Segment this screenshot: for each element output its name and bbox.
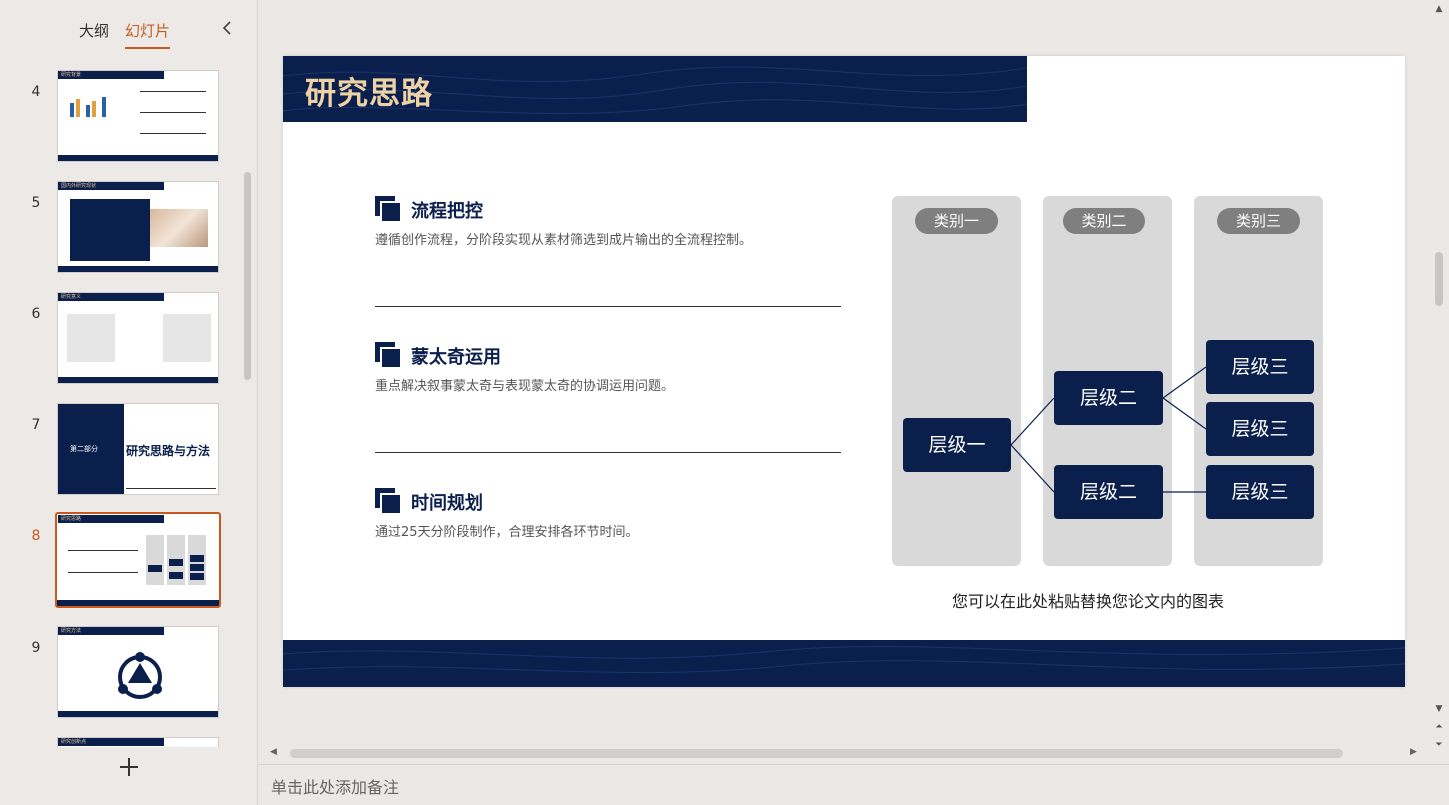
notes-placeholder[interactable]: 单击此处添加备注 <box>271 774 399 798</box>
scroll-down-icon[interactable]: ▼ <box>1433 704 1445 714</box>
thumbnail-list: 4 研究背景 5 国内外研究现状 6 研究意义 7 第二部分 研究思路与方法 8… <box>0 62 240 747</box>
chevron-left-icon[interactable] <box>216 16 238 40</box>
node-level3[interactable]: 层级三 <box>1206 402 1314 456</box>
mini-bar-chart-icon <box>70 97 106 117</box>
slide-number: 6 <box>31 306 41 322</box>
next-slide-icon[interactable]: ⏷ <box>1433 740 1445 750</box>
slide-thumbnail-selected[interactable]: 研究思路 <box>55 512 221 608</box>
vertical-scrollbar[interactable] <box>1435 252 1443 306</box>
thumbnail-title: 研究意义 <box>58 293 164 301</box>
thumbnail-title: 研究思路 <box>58 515 164 523</box>
slide-panel: 大纲 幻灯片 4 研究背景 5 国内外研究现状 6 研究意义 7 第二部分 研究… <box>0 0 258 805</box>
thumbnail-title: 研究方法 <box>58 627 164 635</box>
previous-slide-icon[interactable]: ⏶ <box>1433 722 1445 732</box>
thumbnail-row[interactable]: 4 研究背景 <box>0 70 240 162</box>
scroll-up-icon[interactable]: ▲ <box>1433 4 1445 14</box>
node-level2[interactable]: 层级二 <box>1054 371 1163 425</box>
node-level3[interactable]: 层级三 <box>1206 340 1314 394</box>
thumbnail-title: 研究创新点 <box>58 738 164 746</box>
slide-thumbnail[interactable]: 研究创新点 <box>57 737 219 747</box>
thumbnail-heading: 研究思路与方法 <box>126 444 211 458</box>
node-level1[interactable]: 层级一 <box>903 418 1011 472</box>
slide-canvas[interactable]: 研究思路 流程把控 遵循创作流程，分阶段实现从素材筛选到成片输出的全流程控制。 … <box>283 56 1405 687</box>
slide-number: 4 <box>31 84 41 100</box>
cycle-diagram-icon <box>118 652 162 699</box>
thumbnail-title: 国内外研究现状 <box>58 182 164 190</box>
thumbnail-title: 研究背景 <box>58 71 164 79</box>
slide-thumbnail[interactable]: 研究方法 <box>57 626 219 718</box>
thumbnail-row[interactable]: 5 国内外研究现状 <box>0 181 240 273</box>
thumbnail-row[interactable]: 6 研究意义 <box>0 292 240 384</box>
scroll-right-icon[interactable]: ▶ <box>1410 747 1417 757</box>
slide-thumbnail[interactable]: 第二部分 研究思路与方法 <box>57 403 219 495</box>
slide-footer-band <box>283 640 1405 687</box>
plus-icon[interactable] <box>116 757 142 783</box>
notes-pane[interactable]: 单击此处添加备注 <box>259 764 1449 805</box>
scroll-left-icon[interactable]: ◀ <box>270 747 277 757</box>
tab-outline[interactable]: 大纲 <box>79 20 109 41</box>
slide-number: 7 <box>31 417 41 433</box>
horizontal-scrollbar[interactable] <box>290 749 1343 758</box>
node-level2[interactable]: 层级二 <box>1054 465 1163 519</box>
slide-number: 8 <box>31 528 41 544</box>
slide-number: 5 <box>31 195 41 211</box>
chart-caption[interactable]: 您可以在此处粘贴替换您论文内的图表 <box>952 588 1224 612</box>
thumbnail-scrollbar[interactable] <box>244 172 251 380</box>
thumbnail-part: 第二部分 <box>70 445 98 453</box>
thumbnail-row[interactable]: 7 第二部分 研究思路与方法 <box>0 403 240 495</box>
slide-thumbnail[interactable]: 国内外研究现状 <box>57 181 219 273</box>
thumbnail-row[interactable]: 10 研究创新点 <box>0 737 240 747</box>
slide-number: 9 <box>31 640 41 656</box>
thumbnail-row[interactable]: 8 研究思路 <box>0 512 240 608</box>
thumbnail-row[interactable]: 9 研究方法 <box>0 626 240 718</box>
topo-pattern <box>283 646 1405 674</box>
node-level3[interactable]: 层级三 <box>1206 465 1314 519</box>
tab-slides[interactable]: 幻灯片 <box>125 20 171 49</box>
slide-thumbnail[interactable]: 研究背景 <box>57 70 219 162</box>
slide-thumbnail[interactable]: 研究意义 <box>57 292 219 384</box>
